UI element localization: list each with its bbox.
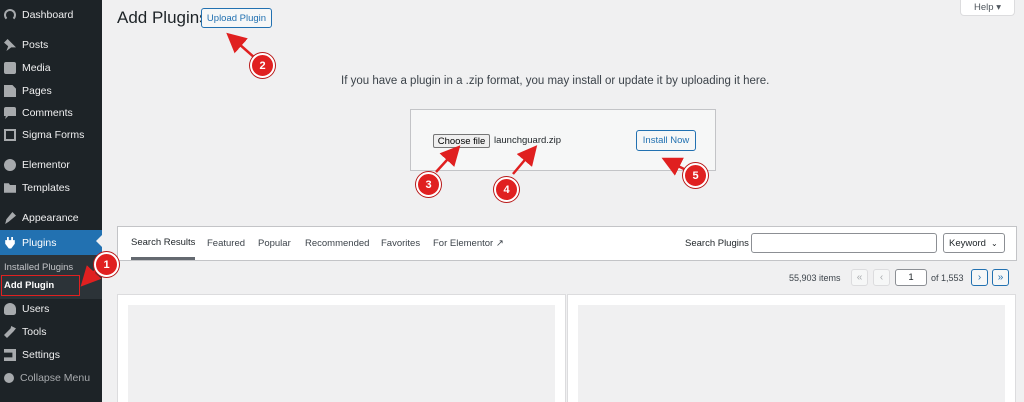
media-icon <box>4 62 16 74</box>
items-count: 55,903 items <box>789 273 841 283</box>
menu-label: Templates <box>22 182 70 194</box>
tab-search-results[interactable]: Search Results <box>131 227 196 260</box>
plugin-card-placeholder <box>578 305 1005 402</box>
menu-collapse[interactable]: Collapse Menu <box>0 367 102 389</box>
folder-icon <box>4 183 16 193</box>
prev-page-button[interactable]: ‹ <box>873 269 890 286</box>
plugin-filter-bar: Search Results Featured Popular Recommen… <box>117 226 1017 261</box>
menu-label: Sigma Forms <box>22 129 85 141</box>
forms-icon <box>4 129 16 141</box>
tab-popular[interactable]: Popular <box>258 227 291 260</box>
menu-elementor[interactable]: Elementor <box>0 154 102 176</box>
menu-label: Posts <box>22 39 49 51</box>
plugin-card <box>117 294 566 402</box>
menu-label: Comments <box>22 107 73 119</box>
menu-posts[interactable]: Posts <box>0 34 102 56</box>
chevron-down-icon: ⌄ <box>990 238 998 248</box>
last-page-button[interactable]: » <box>992 269 1009 286</box>
menu-label: Users <box>22 303 50 315</box>
collapse-icon <box>4 373 14 383</box>
help-tab[interactable]: Help ▾ <box>960 0 1015 16</box>
tools-icon <box>4 326 16 338</box>
menu-media[interactable]: Media <box>0 57 102 79</box>
menu-label: Tools <box>22 326 47 338</box>
upload-plugin-button[interactable]: Upload Plugin <box>201 8 272 28</box>
pin-icon <box>4 39 16 51</box>
choose-file-button[interactable]: Choose file <box>433 134 490 148</box>
menu-label: Collapse Menu <box>20 372 91 384</box>
tab-favorites[interactable]: Favorites <box>381 227 420 260</box>
page-title: Add Plugins <box>117 8 208 27</box>
users-icon <box>4 303 16 315</box>
menu-tools[interactable]: Tools <box>0 321 102 343</box>
plugin-card <box>567 294 1016 402</box>
menu-settings[interactable]: Settings <box>0 344 102 366</box>
menu-label: Elementor <box>22 159 70 171</box>
annotation-marker-2: 2 <box>250 53 275 78</box>
menu-label: Pages <box>22 85 52 97</box>
comment-icon <box>4 107 16 119</box>
plugin-card-placeholder <box>128 305 555 402</box>
tab-recommended[interactable]: Recommended <box>305 227 369 260</box>
upload-form: Choose file launchguard.zip Install Now <box>410 109 716 171</box>
menu-label: Plugins <box>22 236 57 249</box>
elementor-icon <box>4 159 16 171</box>
menu-label: Settings <box>22 349 60 361</box>
plugin-icon <box>5 236 15 249</box>
add-plugin-highlight-box <box>1 275 80 296</box>
menu-sigma-forms[interactable]: Sigma Forms <box>0 124 102 146</box>
settings-icon <box>4 349 16 361</box>
menu-label: Dashboard <box>22 9 74 21</box>
pages-icon <box>4 85 16 97</box>
menu-label: Appearance <box>22 212 79 224</box>
annotation-marker-5: 5 <box>683 163 708 188</box>
search-plugins-label: Search Plugins <box>685 238 749 249</box>
next-page-button[interactable]: › <box>971 269 988 286</box>
total-pages: of 1,553 <box>931 273 964 283</box>
selected-file-name: launchguard.zip <box>494 135 562 146</box>
upload-instructions: If you have a plugin in a .zip format, y… <box>341 75 770 87</box>
search-type-select[interactable]: Keyword ⌄ <box>943 233 1005 253</box>
tab-featured[interactable]: Featured <box>207 227 245 260</box>
admin-sidebar: Dashboard Posts Media Pages Comments Sig… <box>0 0 102 402</box>
tab-for-elementor[interactable]: For Elementor ↗ <box>433 227 504 260</box>
menu-label: Media <box>22 62 51 74</box>
dashboard-icon <box>4 9 16 21</box>
current-page-input[interactable]: 1 <box>895 269 927 286</box>
menu-plugins[interactable]: Plugins <box>0 230 102 255</box>
submenu-installed-plugins[interactable]: Installed Plugins <box>0 258 102 276</box>
menu-appearance[interactable]: Appearance <box>0 207 102 229</box>
install-now-button[interactable]: Install Now <box>636 130 696 151</box>
search-plugins-input[interactable] <box>751 233 937 253</box>
annotation-marker-3: 3 <box>416 172 441 197</box>
menu-templates[interactable]: Templates <box>0 177 102 199</box>
menu-users[interactable]: Users <box>0 298 102 320</box>
menu-comments[interactable]: Comments <box>0 102 102 124</box>
arrow-2 <box>226 32 256 59</box>
menu-pages[interactable]: Pages <box>0 80 102 102</box>
brush-icon <box>5 212 16 224</box>
menu-dashboard[interactable]: Dashboard <box>0 4 102 26</box>
search-type-value: Keyword <box>949 237 986 249</box>
first-page-button[interactable]: « <box>851 269 868 286</box>
annotation-marker-4: 4 <box>494 177 519 202</box>
annotation-marker-1: 1 <box>94 252 119 277</box>
